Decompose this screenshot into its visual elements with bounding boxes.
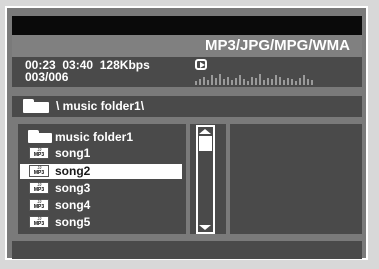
scrollbar[interactable]: [196, 125, 215, 234]
bottom-bar: [12, 241, 362, 259]
equalizer-bar: [195, 81, 197, 85]
equalizer-bar: [243, 79, 245, 85]
file-list: music folder1 ♪♪ MP3 song1 ♪♪ MP3 song2 ♪♪…: [18, 124, 186, 234]
equalizer-bar: [275, 75, 277, 85]
equalizer-bar: [239, 75, 241, 85]
equalizer-bar: [259, 74, 261, 85]
folder-icon: [28, 130, 52, 143]
equalizer-bar: [255, 78, 257, 85]
equalizer-bar: [311, 80, 313, 85]
mp3-file-icon: ♪♪ MP3: [29, 182, 49, 194]
list-item-label: music folder1: [55, 130, 134, 144]
equalizer-bar: [211, 75, 213, 85]
mp3-file-icon: ♪♪ MP3: [29, 216, 49, 228]
path-bar: \ music folder1\: [12, 96, 362, 117]
top-band: [12, 16, 362, 35]
equalizer-bar: [283, 80, 285, 85]
mp3-file-icon: ♪♪ MP3: [29, 165, 49, 177]
list-item-song4[interactable]: ♪♪ MP3 song4: [20, 198, 182, 213]
equalizer-bar: [199, 79, 201, 85]
folder-icon: [23, 99, 49, 113]
playback-info-panel: 00:23 03:40 128Kbps 003/006: [12, 57, 362, 87]
mp3-file-icon: ♪♪ MP3: [29, 147, 49, 159]
scroll-thumb[interactable]: [199, 136, 212, 151]
equalizer-bar: [295, 81, 297, 85]
equalizer-bar: [271, 79, 273, 85]
list-item-song3[interactable]: ♪♪ MP3 song3: [20, 181, 182, 196]
list-item-song1[interactable]: ♪♪ MP3 song1: [20, 146, 182, 161]
equalizer-bar: [207, 80, 209, 85]
preview-panel: [230, 124, 362, 234]
equalizer-bar: [263, 80, 265, 85]
list-item-music-folder1[interactable]: music folder1: [20, 130, 182, 145]
list-item-song5[interactable]: ♪♪ MP3 song5: [20, 215, 182, 230]
equalizer-bar: [227, 77, 229, 85]
bitrate: 128Kbps: [99, 58, 150, 72]
list-item-label: song1: [55, 146, 91, 160]
list-item-song2-selected[interactable]: ♪♪ MP3 song2: [20, 164, 182, 179]
list-item-label: song2: [55, 164, 91, 178]
equalizer-bar: [291, 79, 293, 85]
list-item-label: song5: [55, 215, 91, 229]
equalizer-bar: [299, 78, 301, 85]
equalizer-bar: [287, 78, 289, 85]
equalizer-bar: [231, 80, 233, 85]
equalizer-bar: [247, 81, 249, 85]
equalizer-bar: [223, 79, 225, 85]
mp3-file-icon: ♪♪ MP3: [29, 199, 49, 211]
list-item-label: song3: [55, 181, 91, 195]
track-counter: 003/006: [25, 70, 69, 84]
equalizer-bar: [279, 77, 281, 85]
equalizer-bar: [303, 75, 305, 85]
scroll-down-arrow-icon[interactable]: [199, 225, 211, 230]
scroll-up-arrow-icon[interactable]: [199, 129, 211, 134]
equalizer-bar: [215, 78, 217, 85]
equalizer-bar: [203, 77, 205, 85]
current-path: \ music folder1\: [56, 99, 145, 113]
equalizer-bar: [307, 79, 309, 85]
equalizer-visualizer: [195, 73, 323, 85]
equalizer-bar: [235, 78, 237, 85]
play-icon: [195, 59, 207, 70]
scrollbar-panel: [190, 124, 226, 234]
equalizer-bar: [219, 74, 221, 85]
format-bar: MP3/JPG/MPG/WMA: [12, 35, 362, 57]
format-label: MP3/JPG/MPG/WMA: [204, 37, 350, 54]
list-item-label: song4: [55, 198, 91, 212]
equalizer-bar: [267, 78, 269, 85]
equalizer-bar: [251, 77, 253, 85]
